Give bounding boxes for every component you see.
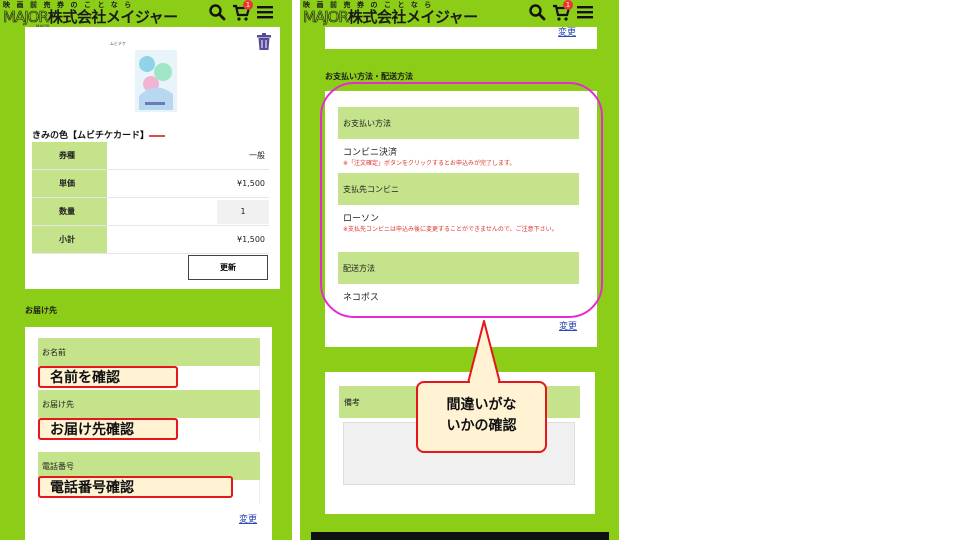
address-label: お届け先: [38, 390, 260, 418]
cart-count-badge: 1: [563, 0, 573, 10]
row-label-ticket-type: 券種: [32, 142, 107, 169]
phone-check-callout: 電話番号確認: [38, 476, 233, 498]
site-header: 映画前売券のことなら MAJOR株式会社メイジャー 1: [300, 0, 619, 27]
bottom-bar: [311, 532, 609, 540]
row-label-unit-price: 単価: [32, 170, 107, 197]
site-logo[interactable]: 映画前売券のことなら MAJOR株式会社メイジャー: [3, 1, 178, 26]
address-check-callout: お届け先確認: [38, 418, 178, 440]
check-callout-bubble: 間違いがな いかの確認: [416, 381, 547, 453]
site-logo[interactable]: 映画前売券のことなら MAJOR株式会社メイジャー: [303, 1, 478, 26]
trash-icon[interactable]: [257, 33, 271, 55]
site-header: 映画前売券のことなら MAJOR株式会社メイジャー 1: [0, 0, 292, 27]
top-change-link[interactable]: 変更: [558, 25, 576, 38]
menu-icon[interactable]: [256, 2, 274, 22]
row-label-subtotal: 小計: [32, 226, 107, 253]
table-row: 数量 1: [32, 198, 269, 226]
search-icon[interactable]: [208, 2, 226, 22]
row-value-ticket-type: 一般: [249, 151, 265, 160]
ticket-type-caption: ムビチケ: [110, 41, 126, 46]
logo-en: MAJOR: [303, 8, 349, 26]
payment-change-link[interactable]: 変更: [559, 319, 577, 332]
delivery-section-title: お届け先: [25, 306, 57, 315]
logo-jp: 株式会社メイジャー: [347, 8, 478, 26]
name-check-callout: 名前を確認: [38, 366, 178, 388]
delivery-change-link[interactable]: 変更: [239, 512, 257, 525]
table-row: 小計 ¥1,500: [32, 226, 269, 254]
cart-icon[interactable]: 1: [552, 0, 573, 22]
left-screen: 映画前売券のことなら MAJOR株式会社メイジャー 1 MAJOR ムビチケ: [0, 0, 292, 540]
cart-icon[interactable]: 1: [232, 0, 253, 22]
cart-item-card: ムビチケ きみの色【ムビチケカード】 券種 一般 単価 ¥1,500 数量 1 …: [25, 27, 280, 289]
payment-section-title: お支払い方法・配送方法: [325, 72, 413, 81]
previous-card-bottom: 変更: [325, 27, 597, 49]
bubble-line-1: 間違いがな: [446, 397, 517, 413]
row-value-subtotal: ¥1,500: [237, 235, 265, 244]
update-button[interactable]: 更新: [188, 255, 268, 280]
table-row: 券種 一般: [32, 142, 269, 170]
row-value-unit-price: ¥1,500: [237, 179, 265, 188]
bubble-line-2: いかの確認: [446, 418, 517, 434]
item-detail-table: 券種 一般 単価 ¥1,500 数量 1 小計 ¥1,500: [32, 142, 269, 254]
search-icon[interactable]: [528, 2, 546, 22]
cart-count-badge: 1: [243, 0, 253, 10]
logo-jp: 株式会社メイジャー: [47, 8, 178, 26]
quantity-input[interactable]: 1: [217, 199, 269, 224]
table-row: 単価 ¥1,500: [32, 170, 269, 198]
menu-icon[interactable]: [576, 2, 594, 22]
highlight-ellipse: [320, 82, 603, 318]
name-label: お名前: [38, 338, 260, 366]
row-label-quantity: 数量: [32, 198, 107, 225]
item-name: きみの色【ムビチケカード】: [32, 131, 150, 141]
